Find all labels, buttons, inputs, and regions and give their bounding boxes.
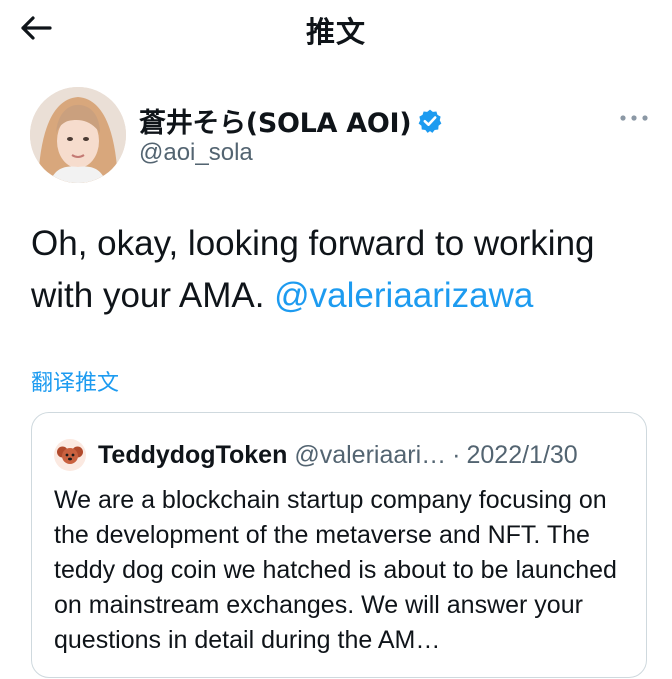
quoted-separator: · [452, 440, 461, 469]
author-handle[interactable]: @aoi_sola [139, 139, 253, 167]
quoted-tweet-card[interactable]: TeddydogToken @valeriaari… · 2022/1/30 W… [31, 412, 647, 678]
quoted-tweet-header: TeddydogToken @valeriaari… · 2022/1/30 [54, 439, 578, 471]
more-horizontal-icon [620, 115, 648, 121]
top-bar: 推文 [0, 0, 672, 56]
verified-badge-icon [417, 108, 443, 134]
mention-link[interactable]: @valeriaarizawa [274, 276, 533, 315]
avatar[interactable] [30, 87, 126, 183]
quoted-date: 2022/1/30 [466, 440, 578, 469]
quoted-avatar [54, 439, 86, 471]
quoted-tweet-text: We are a blockchain startup company focu… [54, 486, 617, 654]
author-name-row: 蒼井そら(SOLA AOI) [139, 101, 443, 140]
tweet-text: Oh, okay, looking forward to working wit… [31, 218, 661, 322]
more-options-button[interactable] [614, 104, 654, 132]
translate-tweet-link[interactable]: 翻译推文 [31, 365, 119, 397]
quoted-handle: @valeriaari… [294, 440, 447, 469]
author-display-name[interactable]: 蒼井そら(SOLA AOI) [139, 101, 412, 140]
quoted-display-name: TeddydogToken [98, 440, 288, 469]
page-title: 推文 [305, 15, 366, 49]
